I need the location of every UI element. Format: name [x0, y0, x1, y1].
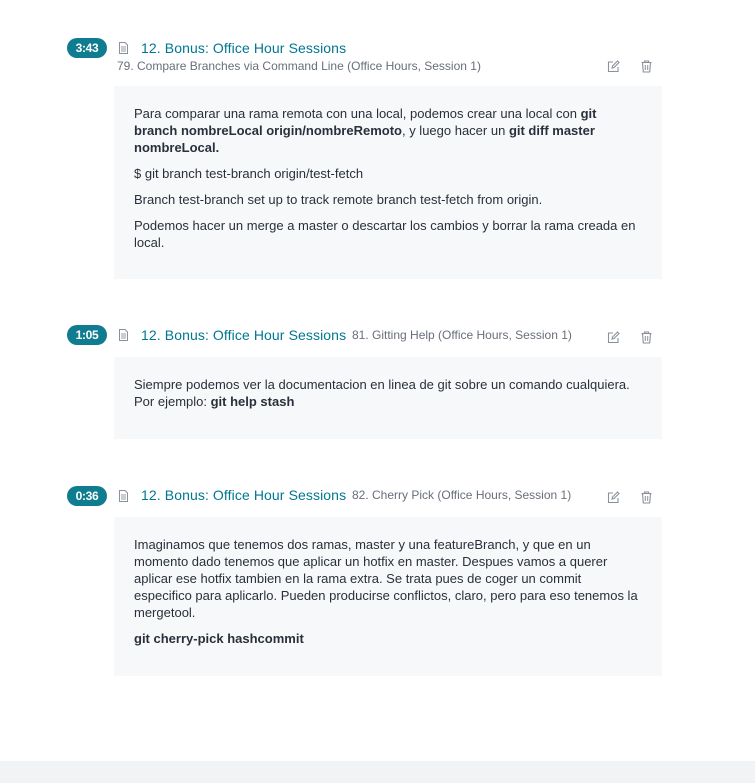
lecture-title-link[interactable]: 81. Gitting Help (Office Hours, Session … [352, 328, 572, 342]
trash-icon[interactable] [640, 491, 653, 504]
timestamp-badge[interactable]: 3:43 [67, 38, 107, 58]
note-paragraph: Siempre podemos ver la documentacion en … [134, 377, 630, 409]
trash-icon[interactable] [640, 331, 653, 344]
trash-icon[interactable] [640, 60, 653, 73]
note-paragraph: Para comparar una rama remota con una lo… [134, 106, 597, 155]
note-content: Siempre podemos ver la documentacion en … [114, 357, 662, 439]
section-title-link[interactable]: 12. Bonus: Office Hour Sessions [141, 487, 346, 503]
document-icon [119, 42, 128, 54]
note-paragraph: Branch test-branch set up to track remot… [134, 192, 543, 207]
edit-icon[interactable] [607, 331, 620, 344]
note-paragraph: $ git branch test-branch origin/test-fet… [134, 166, 364, 181]
note-content: Imaginamos que tenemos dos ramas, master… [114, 517, 662, 676]
note-content: Para comparar una rama remota con una lo… [114, 86, 662, 279]
edit-icon[interactable] [607, 491, 620, 504]
note-paragraph: Imaginamos que tenemos dos ramas, master… [134, 537, 638, 620]
section-title-link[interactable]: 12. Bonus: Office Hour Sessions [141, 327, 346, 343]
note-paragraph: Podemos hacer un merge a master o descar… [134, 218, 636, 250]
lecture-title-link[interactable]: 79. Compare Branches via Command Line (O… [117, 59, 481, 73]
lecture-title-link[interactable]: 82. Cherry Pick (Office Hours, Session 1… [352, 488, 571, 502]
note-paragraph: git cherry-pick hashcommit [134, 631, 304, 646]
document-icon [119, 329, 128, 341]
timestamp-badge[interactable]: 0:36 [67, 486, 107, 506]
edit-icon[interactable] [607, 60, 620, 73]
timestamp-badge[interactable]: 1:05 [67, 325, 107, 345]
document-icon [119, 490, 128, 502]
section-title-link[interactable]: 12. Bonus: Office Hour Sessions [141, 40, 346, 56]
footer-bar [0, 761, 755, 783]
